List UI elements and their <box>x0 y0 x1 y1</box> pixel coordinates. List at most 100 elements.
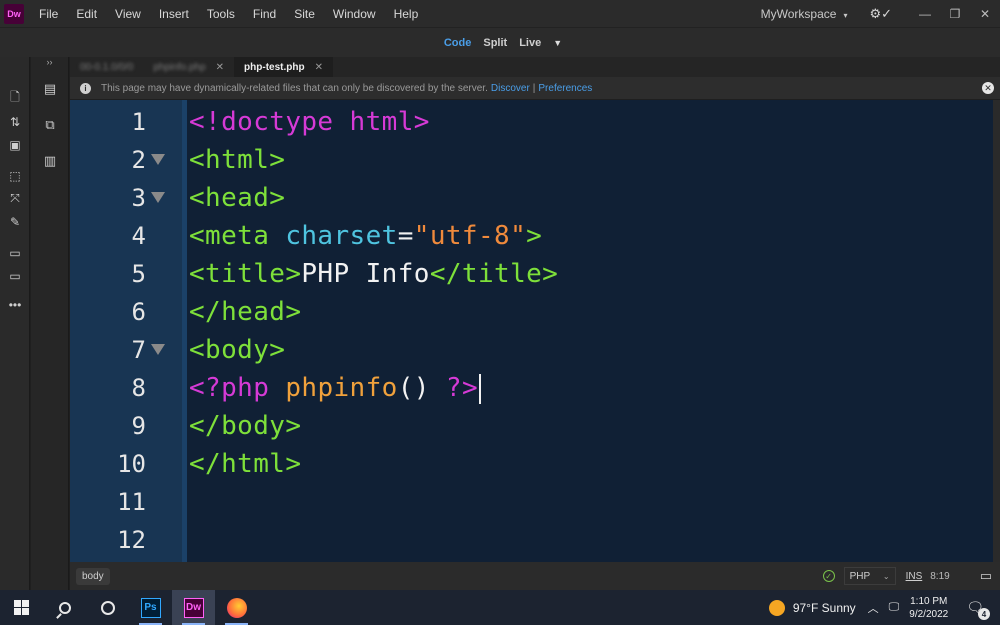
close-tab-icon[interactable]: ✕ <box>216 62 224 73</box>
menu-edit[interactable]: Edit <box>67 7 106 21</box>
tag-token: </title> <box>429 259 559 289</box>
remove-comment-icon[interactable]: ▭ <box>0 264 30 287</box>
comment-icon[interactable]: ▭ <box>0 241 30 264</box>
text-token: PHP Info <box>301 259 430 289</box>
circle-icon <box>100 600 115 615</box>
dom-panel-icon[interactable]: ⧉ <box>31 107 69 143</box>
fold-toggle-icon[interactable] <box>151 192 165 203</box>
assets-panel-icon[interactable]: ▤ <box>31 71 69 107</box>
photoshop-taskbar-button[interactable]: Ps <box>129 590 172 625</box>
magnifier-icon <box>58 601 71 614</box>
tag-selector[interactable]: body <box>76 567 110 585</box>
chevron-down-icon: ⌄ <box>882 571 890 581</box>
vertical-scrollbar[interactable] <box>993 100 1000 562</box>
network-icon[interactable]: 🖵 <box>889 601 900 614</box>
more-options-icon[interactable]: ••• <box>0 293 30 316</box>
code-line-10: </html> <box>189 445 301 483</box>
parens-token: () <box>397 373 446 403</box>
clock[interactable]: 1:10 PM 9/2/2022 <box>909 595 948 621</box>
attribute-token: charset <box>285 221 398 251</box>
workspace-switcher[interactable]: MyWorkspace ▾ <box>761 7 848 21</box>
menu-insert[interactable]: Insert <box>150 7 198 21</box>
expand-panels-icon[interactable]: ›› <box>31 57 68 71</box>
close-icon[interactable]: ✕ <box>970 7 1000 21</box>
code-view-icon[interactable]: ▣ <box>0 133 30 156</box>
live-view-button[interactable]: Live <box>513 37 547 49</box>
menu-find[interactable]: Find <box>244 7 285 21</box>
fold-toggle-icon[interactable] <box>151 154 165 165</box>
line-number: 3 <box>131 184 146 212</box>
tag-token: <title> <box>189 259 302 289</box>
sync-settings-icon[interactable]: ⚙✓ <box>869 6 892 22</box>
info-message: This page may have dynamically-related f… <box>101 82 488 94</box>
string-token: "utf-8" <box>413 221 527 251</box>
menu-window[interactable]: Window <box>324 7 385 21</box>
live-view-dropdown-icon[interactable]: ▼ <box>553 38 562 48</box>
line-number: 8 <box>131 374 146 402</box>
format-source-icon[interactable]: ✎ <box>0 210 30 233</box>
menu-help[interactable]: Help <box>385 7 428 21</box>
weather-widget[interactable]: 97°F Sunny <box>793 601 856 615</box>
code-line-9: </body> <box>189 407 301 445</box>
collapse-icon[interactable]: ⤧ <box>0 187 30 210</box>
close-tab-icon[interactable]: ✕ <box>315 62 323 73</box>
tab-related-file[interactable]: 00-0.1.0/0/0 <box>70 57 143 77</box>
firefox-taskbar-button[interactable] <box>215 590 258 625</box>
clock-date: 9/2/2022 <box>909 608 949 620</box>
tag-token: <meta <box>189 221 286 251</box>
clock-time: 1:10 PM <box>910 595 948 607</box>
document-type-select[interactable]: PHP ⌄ <box>843 567 896 585</box>
text-cursor <box>479 373 481 404</box>
notification-center-icon[interactable]: 🗨 4 <box>966 599 990 620</box>
discover-link[interactable]: Discover <box>491 83 530 94</box>
tab-php-test[interactable]: php-test.php ✕ <box>234 57 333 77</box>
fold-toggle-icon[interactable] <box>151 344 165 355</box>
select-parent-tag-icon[interactable]: ⬚ <box>0 164 30 187</box>
code-editor[interactable]: 1 2 3 4 5 6 7 8 9 10 11 12 <!doctype htm… <box>70 100 993 562</box>
insert-mode-indicator[interactable]: INS <box>906 571 923 582</box>
line-number: 12 <box>117 526 146 554</box>
menu-tools[interactable]: Tools <box>198 7 244 21</box>
search-icon[interactable] <box>43 590 86 625</box>
open-documents-icon[interactable]: 🗋 <box>0 87 30 110</box>
tag-token: <html> <box>189 145 286 175</box>
dreamweaver-logo: Dw <box>4 3 24 24</box>
tag-token: </body> <box>189 411 302 441</box>
tag-token: </html> <box>189 449 302 479</box>
code-line-1: <!doctype html> <box>189 103 430 141</box>
tag-token: <head> <box>189 183 286 213</box>
line-number: 1 <box>131 108 146 136</box>
menu-file[interactable]: File <box>30 7 67 21</box>
tag-token: <body> <box>189 335 286 365</box>
close-icon[interactable]: ✕ <box>982 82 994 94</box>
file-management-icon[interactable]: ⇅ <box>0 110 30 133</box>
workspace-label: MyWorkspace <box>760 6 837 21</box>
toolbar-gap <box>0 156 29 164</box>
tab-label: php-test.php <box>244 61 305 73</box>
dreamweaver-taskbar-button[interactable]: Dw <box>172 590 215 625</box>
document-toolbar: 🗋 ⇅ ▣ ⬚ ⤧ ✎ ▭ ▭ ••• <box>0 57 30 590</box>
menu-site[interactable]: Site <box>285 7 324 21</box>
start-icon[interactable] <box>0 590 43 625</box>
linting-ok-icon[interactable]: ✓ <box>822 570 835 582</box>
sun-icon[interactable] <box>768 599 785 616</box>
line-number: 2 <box>131 146 146 174</box>
chevron-up-icon[interactable]: ︿ <box>868 600 879 616</box>
document-type-label: PHP <box>849 570 871 582</box>
cortana-icon[interactable] <box>86 590 129 625</box>
equals-token: = <box>397 221 414 251</box>
code-view-button[interactable]: Code <box>438 37 478 49</box>
chevron-down-icon: ▾ <box>843 10 848 20</box>
real-time-preview-icon[interactable]: ▭ <box>980 568 992 584</box>
preferences-link[interactable]: Preferences <box>538 83 592 94</box>
tab-phpinfo[interactable]: phpinfo.php ✕ <box>143 57 234 77</box>
restore-icon[interactable]: ❐ <box>940 7 970 21</box>
snippets-panel-icon[interactable]: ▥ <box>31 143 69 179</box>
toolbar-gap <box>0 233 29 241</box>
minimize-icon[interactable]: — <box>910 7 940 21</box>
menu-view[interactable]: View <box>106 7 150 21</box>
split-view-button[interactable]: Split <box>477 37 513 49</box>
code-line-3: <head> <box>189 179 285 217</box>
windows-taskbar: Ps Dw 97°F Sunny ︿ 🖵 1:10 PM 9/2/2022 🗨 4 <box>0 590 1000 625</box>
tag-token: > <box>526 221 543 251</box>
